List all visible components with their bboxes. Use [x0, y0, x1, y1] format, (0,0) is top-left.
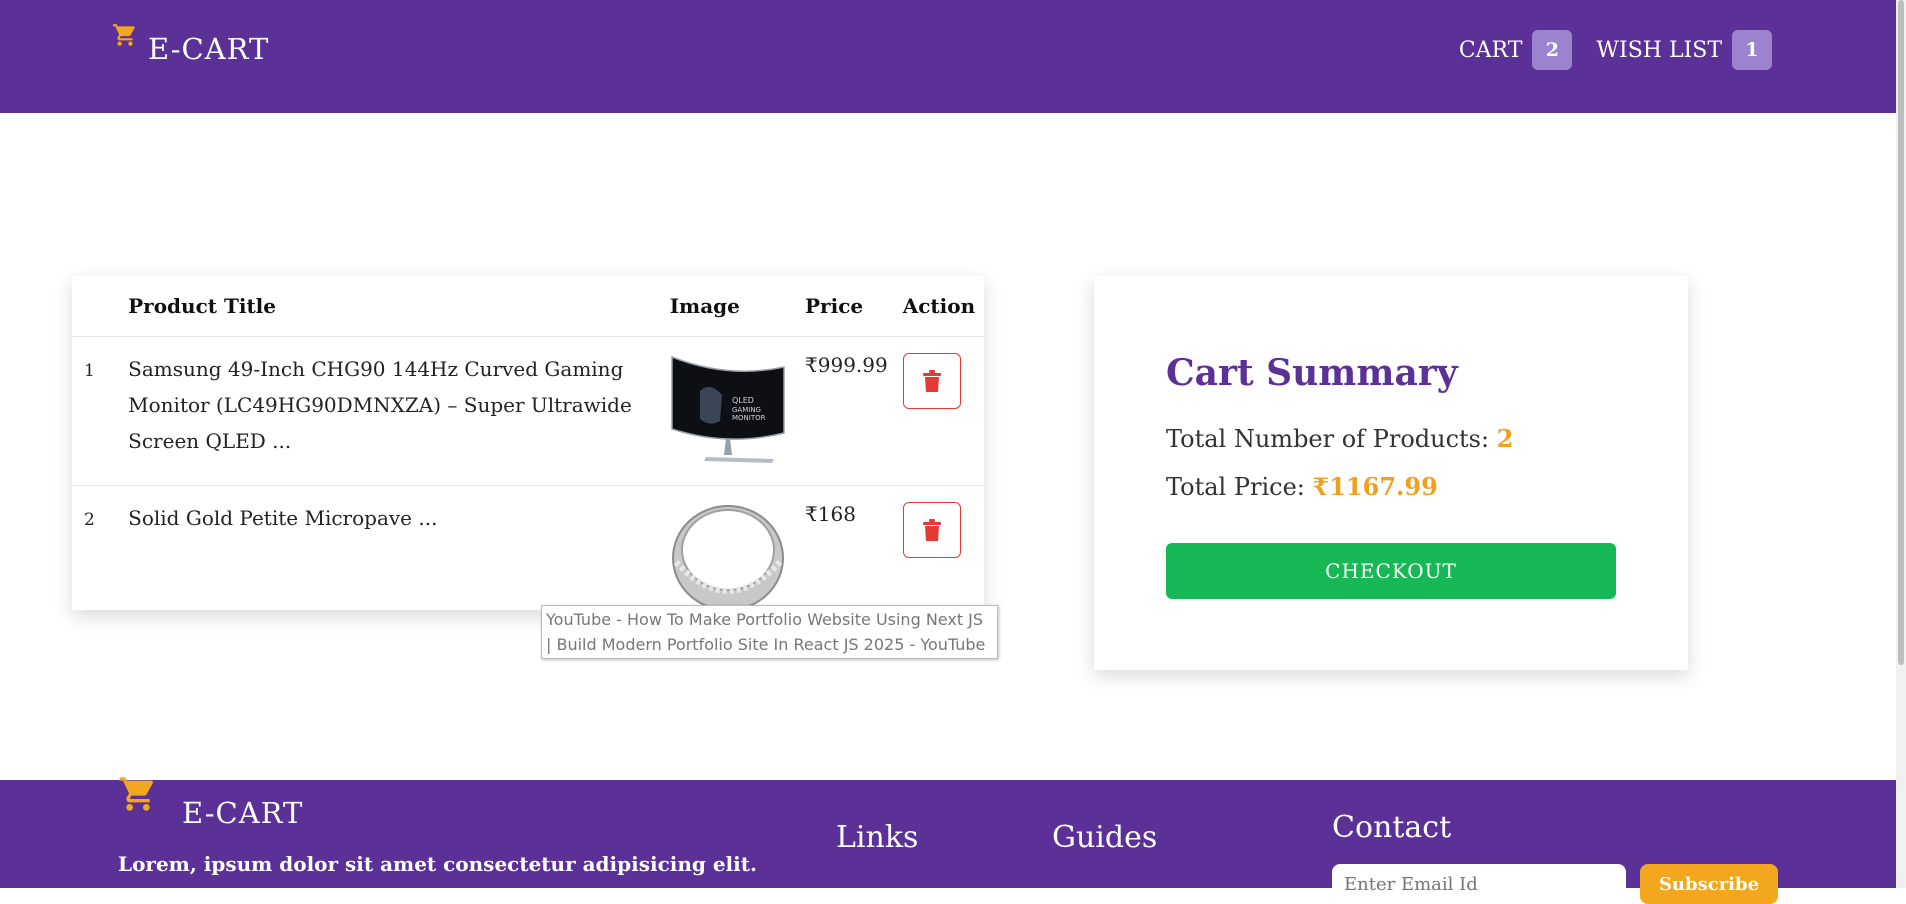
product-price: ₹999.99: [805, 353, 888, 377]
col-header-title: Product Title: [128, 294, 277, 318]
col-header-price: Price: [805, 294, 864, 318]
cart-icon: [113, 24, 135, 46]
cart-summary-card: Cart Summary Total Number of Products: 2…: [1094, 276, 1688, 670]
email-field[interactable]: [1332, 864, 1626, 904]
total-price-line: Total Price: ₹1167.99: [1166, 472, 1438, 501]
footer-description: Lorem, ipsum dolor sit amet consectetur …: [118, 852, 757, 876]
footer-contact-heading: Contact: [1332, 810, 1452, 845]
cart-icon: [119, 777, 154, 811]
brand-logo[interactable]: E-CART: [112, 22, 269, 66]
cart-table-card: Product Title Image Price Action 1 Samsu…: [72, 276, 984, 611]
wishlist-count-badge: 1: [1732, 30, 1772, 70]
col-header-image: Image: [669, 294, 740, 318]
product-image-ring[interactable]: [670, 500, 786, 616]
footer-links-heading: Links: [836, 820, 919, 855]
total-products-line: Total Number of Products: 2: [1166, 424, 1513, 453]
subscribe-button[interactable]: Subscribe: [1640, 864, 1778, 904]
footer-brand-name: E-CART: [182, 796, 304, 830]
cart-count-badge: 2: [1532, 30, 1573, 70]
wishlist-link-label: WISH LIST: [1596, 37, 1722, 63]
top-navbar: E-CART CART 2 WISH LIST 1: [0, 0, 1896, 113]
footer: E-CART Lorem, ipsum dolor sit amet conse…: [0, 777, 1896, 904]
checkout-button[interactable]: CHECKOUT: [1166, 543, 1616, 599]
vertical-scrollbar[interactable]: [1896, 0, 1906, 888]
row-index: 1: [84, 361, 95, 381]
summary-title: Cart Summary: [1166, 352, 1458, 394]
browser-tooltip: YouTube - How To Make Portfolio Website …: [541, 605, 998, 659]
delete-button[interactable]: [902, 353, 961, 409]
scrollbar-thumb[interactable]: [1898, 0, 1904, 665]
wishlist-link[interactable]: WISH LIST 1: [1596, 30, 1772, 70]
cart-link-label: CART: [1458, 37, 1523, 63]
trash-icon: [922, 519, 941, 541]
row-index: 2: [84, 510, 95, 530]
product-image-monitor[interactable]: QLED GAMING MONITOR: [670, 351, 786, 467]
svg-text:MONITOR: MONITOR: [732, 414, 766, 422]
brand-name: E-CART: [148, 32, 270, 66]
col-header-action: Action: [902, 294, 976, 318]
delete-button[interactable]: [902, 502, 961, 558]
col-header-index: [72, 276, 128, 337]
header-nav: CART 2 WISH LIST 1: [1435, 30, 1772, 70]
total-products-value: 2: [1496, 424, 1514, 453]
total-products-label: Total Number of Products:: [1166, 425, 1490, 453]
footer-brand[interactable]: E-CART: [118, 774, 303, 830]
footer-guides-heading: Guides: [1052, 820, 1158, 855]
total-price-label: Total Price:: [1166, 473, 1305, 501]
total-price-value: ₹1167.99: [1312, 472, 1438, 501]
trash-icon: [922, 370, 941, 392]
table-header-row: Product Title Image Price Action: [72, 276, 984, 337]
table-row: 1 Samsung 49-Inch CHG90 144Hz Curved Gam…: [72, 336, 984, 486]
svg-text:GAMING: GAMING: [732, 406, 761, 414]
cart-table: Product Title Image Price Action 1 Samsu…: [72, 276, 984, 634]
cart-link[interactable]: CART 2: [1459, 30, 1573, 70]
product-title[interactable]: Samsung 49-Inch CHG90 144Hz Curved Gamin…: [128, 337, 670, 486]
svg-text:QLED: QLED: [732, 396, 754, 405]
